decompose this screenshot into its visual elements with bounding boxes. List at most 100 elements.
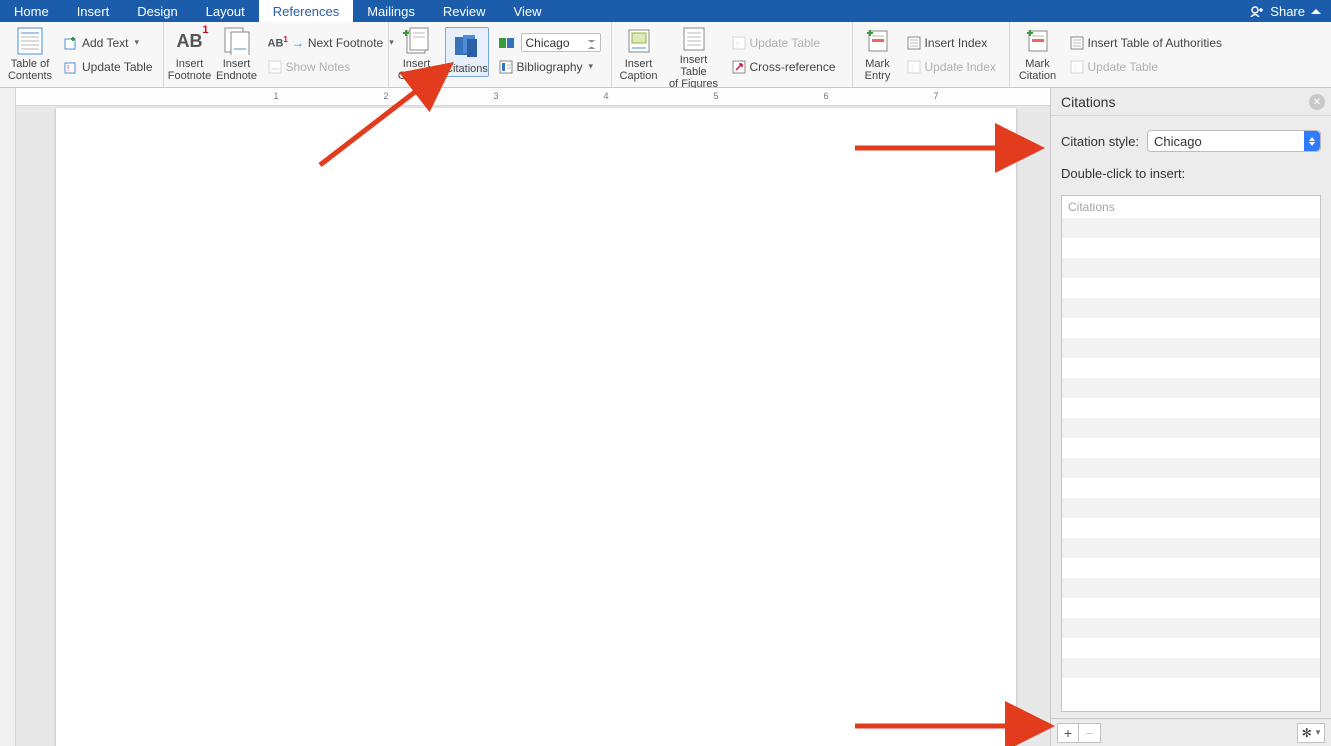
gear-icon: ✻ xyxy=(1302,726,1312,740)
crossref-label: Cross-reference xyxy=(750,60,836,74)
mark-entry-button[interactable]: Mark Entry xyxy=(859,24,897,85)
toa-icon xyxy=(1070,36,1084,50)
insert-caption-button[interactable]: Insert Caption xyxy=(618,24,660,85)
caption-icon xyxy=(627,26,651,56)
insert-index-label: Insert Index xyxy=(925,36,988,50)
insert-tof-button[interactable]: Insert Table of Figures xyxy=(666,24,722,85)
show-notes-icon xyxy=(268,60,282,74)
tab-review[interactable]: Review xyxy=(429,0,500,22)
toc-button[interactable]: Table of Contents xyxy=(6,24,54,85)
select-stepper-icon xyxy=(1304,131,1320,151)
tab-design[interactable]: Design xyxy=(123,0,191,22)
citation-style-select[interactable]: Chicago xyxy=(521,33,601,52)
ruler-tick-2: 2 xyxy=(383,91,388,101)
share-icon xyxy=(1250,5,1264,17)
group-footnotes: AB 1 Insert Footnote Insert Endnote AB1 … xyxy=(164,22,389,87)
insert-index-icon xyxy=(907,36,921,50)
svg-text:!: ! xyxy=(67,64,69,73)
insert-endnote-button[interactable]: Insert Endnote xyxy=(216,24,258,85)
tab-view[interactable]: View xyxy=(500,0,556,22)
ruler-tick-6: 6 xyxy=(823,91,828,101)
ribbon: Table of Contents Add Text ▾ ! Update Ta… xyxy=(0,22,1331,88)
insert-citation-button[interactable]: Insert Citation xyxy=(395,24,439,85)
group-toa: Mark Citation Insert Table of Authoritie… xyxy=(1010,22,1242,87)
bibliography-label: Bibliography xyxy=(517,60,583,74)
update-icon: ! xyxy=(64,60,78,74)
citations-tool-highlighted: Citations xyxy=(445,27,489,77)
mark-entry-label: Mark Entry xyxy=(865,58,891,82)
citations-pane: Citations ✕ Citation style: Chicago Doub… xyxy=(1050,88,1331,746)
share-button[interactable]: Share xyxy=(1270,4,1305,19)
svg-text:!: ! xyxy=(1074,64,1076,73)
update-toa-label: Update Table xyxy=(1088,60,1159,74)
citation-style-value: Chicago xyxy=(526,36,570,50)
citation-style-row-pane: Citation style: Chicago xyxy=(1061,130,1321,152)
tab-layout[interactable]: Layout xyxy=(192,0,259,22)
tof-icon xyxy=(682,26,706,52)
style-swatch-icon xyxy=(499,36,515,50)
update-icon: ! xyxy=(1070,60,1084,74)
mark-entry-icon xyxy=(866,26,890,56)
mark-citation-button[interactable]: Mark Citation xyxy=(1016,24,1060,85)
update-toc-button[interactable]: ! Update Table xyxy=(60,56,157,78)
share-area: Share xyxy=(1240,0,1331,22)
citations-tool-button[interactable]: Citations xyxy=(447,29,487,75)
insert-caption-label: Insert Caption xyxy=(620,58,658,82)
ruler-tick-1: 1 xyxy=(273,91,278,101)
show-notes-label: Show Notes xyxy=(286,60,351,74)
toc-label: Table of Contents xyxy=(8,58,52,82)
insert-citation-icon xyxy=(403,26,431,56)
bibliography-icon xyxy=(499,60,513,74)
ruler-tick-7: 7 xyxy=(933,91,938,101)
next-footnote-button[interactable]: AB1 → Next Footnote ▾ xyxy=(264,32,382,54)
superscript-1-icon: 1 xyxy=(202,24,208,36)
update-icon: ! xyxy=(907,60,921,74)
toc-icon xyxy=(17,26,43,56)
remove-citation-button[interactable]: − xyxy=(1079,723,1101,743)
update-tof-button[interactable]: ! Update Table xyxy=(728,32,846,54)
citations-pane-footer: + − ✻ ▾ xyxy=(1051,718,1331,746)
show-notes-button[interactable]: Show Notes xyxy=(264,56,382,78)
tab-mailings[interactable]: Mailings xyxy=(353,0,429,22)
ruler-tick-5: 5 xyxy=(713,91,718,101)
bibliography-button[interactable]: Bibliography ▾ xyxy=(495,56,605,78)
document-page[interactable] xyxy=(56,108,1016,746)
update-index-label: Update Index xyxy=(925,60,996,74)
update-index-button[interactable]: ! Update Index xyxy=(903,56,1003,78)
mark-citation-icon xyxy=(1026,26,1050,56)
citations-pane-title: Citations xyxy=(1061,94,1115,110)
citation-style-select-pane[interactable]: Chicago xyxy=(1147,130,1321,152)
vertical-ruler xyxy=(0,88,16,746)
add-text-button[interactable]: Add Text ▾ xyxy=(60,32,157,54)
tab-insert[interactable]: Insert xyxy=(63,0,124,22)
tab-home[interactable]: Home xyxy=(0,0,63,22)
next-footnote-label: Next Footnote xyxy=(308,36,383,50)
insert-citation-label: Insert Citation xyxy=(398,58,435,82)
dropdown-icon: ▾ xyxy=(1316,727,1321,738)
collapse-ribbon-icon[interactable] xyxy=(1311,9,1321,14)
add-text-label: Add Text xyxy=(82,36,128,50)
update-toc-label: Update Table xyxy=(82,60,153,74)
insert-footnote-button[interactable]: AB 1 Insert Footnote xyxy=(170,24,210,85)
group-index: Mark Entry Insert Index ! Update Index xyxy=(853,22,1010,87)
insert-tof-label: Insert Table of Figures xyxy=(666,54,722,90)
citation-style-value-pane: Chicago xyxy=(1154,134,1202,149)
ab-small-icon: AB1 xyxy=(268,35,288,50)
citations-tool-label: Citations xyxy=(445,63,488,75)
update-icon: ! xyxy=(732,36,746,50)
citations-icon xyxy=(453,31,481,61)
tab-references[interactable]: References xyxy=(259,0,353,22)
add-text-icon xyxy=(64,36,78,50)
insert-toa-button[interactable]: Insert Table of Authorities xyxy=(1066,32,1236,54)
insert-endnote-label: Insert Endnote xyxy=(216,58,257,82)
citations-list-placeholder: Citations xyxy=(1062,196,1320,218)
insert-index-button[interactable]: Insert Index xyxy=(903,32,1003,54)
update-tof-label: Update Table xyxy=(750,36,821,50)
cross-reference-button[interactable]: Cross-reference xyxy=(728,56,846,78)
close-icon[interactable]: ✕ xyxy=(1309,94,1325,110)
add-citation-button[interactable]: + xyxy=(1057,723,1079,743)
citations-list[interactable]: Citations xyxy=(1061,195,1321,712)
horizontal-ruler: 1 2 3 4 5 6 7 xyxy=(16,88,1050,106)
update-toa-button[interactable]: ! Update Table xyxy=(1066,56,1236,78)
citation-settings-button[interactable]: ✻ ▾ xyxy=(1297,723,1325,743)
